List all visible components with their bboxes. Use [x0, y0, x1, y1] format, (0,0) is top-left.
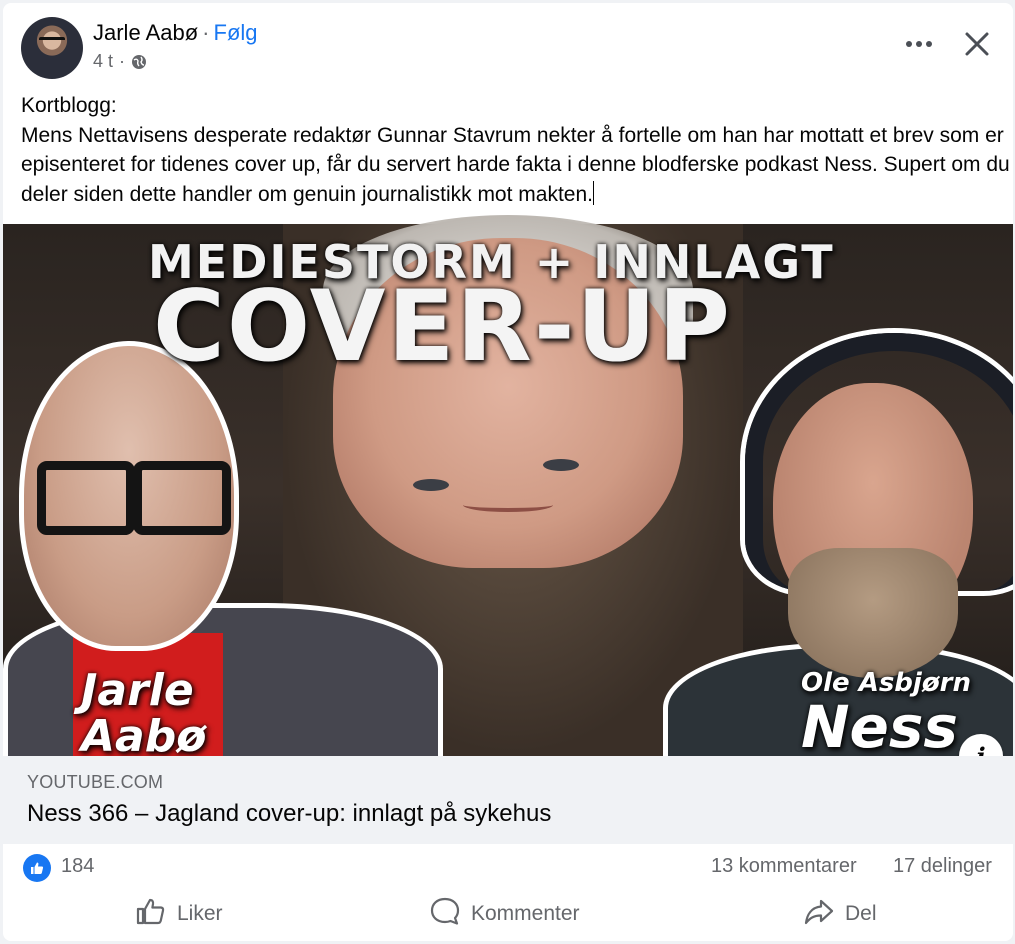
thumbnail-headline-main: COVER-UP: [153, 270, 732, 384]
thumbnail-left-name-last: Aabø: [81, 711, 207, 762]
shares-count[interactable]: 17 delinger: [893, 855, 992, 878]
more-options-icon[interactable]: [899, 29, 939, 59]
meta-separator: ·: [119, 51, 126, 71]
post-body: Kortblogg: Mens Nettavisens desperate re…: [21, 91, 1011, 209]
like-label: Liker: [177, 902, 223, 925]
post-text: Kortblogg: Mens Nettavisens desperate re…: [21, 94, 1010, 206]
link-domain: YOUTUBE.COM: [27, 772, 164, 792]
text-caret: [592, 180, 594, 205]
share-label: Del: [845, 902, 877, 925]
right-person-beard: [788, 548, 958, 678]
center-person-eye-left: [413, 479, 449, 491]
author-line: Jarle Aabø · Følg: [93, 19, 258, 47]
author-separator: ·: [202, 20, 210, 45]
thumbnail-left-name-first: Jarle: [81, 665, 194, 716]
thumbs-up-icon: [135, 896, 167, 932]
share-arrow-icon: [803, 896, 835, 932]
reaction-count[interactable]: 184: [61, 855, 94, 878]
thumbnail-right-name-last: Ness: [801, 693, 958, 761]
comment-label: Kommenter: [471, 902, 580, 925]
comments-count[interactable]: 13 kommentarer: [711, 855, 857, 878]
share-button[interactable]: Del: [803, 893, 877, 935]
comment-button[interactable]: Kommenter: [429, 893, 580, 935]
link-title[interactable]: Ness 366 – Jagland cover-up: innlagt på …: [27, 800, 551, 828]
author-name[interactable]: Jarle Aabø: [93, 20, 198, 45]
link-preview[interactable]: YOUTUBE.COM Ness 366 – Jagland cover-up:…: [3, 756, 1013, 844]
center-person-eye-right: [543, 459, 579, 471]
follow-button[interactable]: Følg: [214, 20, 258, 45]
close-icon[interactable]: [955, 25, 999, 65]
post-meta: 4 t ·: [93, 51, 147, 72]
author-avatar[interactable]: [21, 17, 83, 79]
like-button[interactable]: Liker: [135, 893, 223, 935]
avatar-glasses: [39, 37, 65, 46]
globe-icon: [131, 54, 147, 70]
comment-bubble-icon: [429, 896, 461, 932]
post-card: Jarle Aabø · Følg 4 t · Kortblogg: Mens Ne…: [3, 3, 1013, 941]
post-time[interactable]: 4 t: [93, 51, 113, 72]
like-reaction-icon[interactable]: [23, 854, 51, 882]
center-person-mouth: [463, 498, 553, 512]
left-person-glasses: [37, 461, 231, 535]
